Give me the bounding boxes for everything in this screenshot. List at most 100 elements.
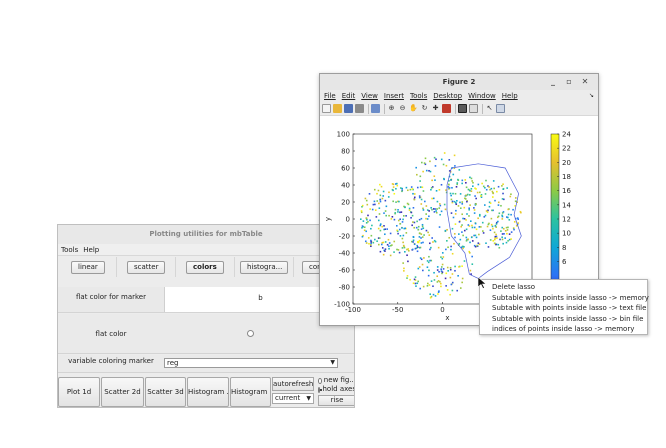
data-point [409, 188, 412, 191]
save-icon[interactable] [344, 104, 353, 113]
delete-lasso-item[interactable]: Delete lasso [480, 282, 647, 293]
data-cursor-icon[interactable]: ✚ [431, 104, 440, 113]
zoom-out-icon[interactable]: ⊖ [398, 104, 407, 113]
new-figure-radio[interactable] [318, 377, 322, 384]
colors-button[interactable]: colors [186, 261, 224, 274]
data-point [405, 215, 407, 217]
minimize-icon[interactable]: _ [545, 74, 561, 90]
data-point [475, 188, 477, 190]
variable-select[interactable]: reg ▼ [164, 358, 338, 368]
rotate-icon[interactable]: ↻ [420, 104, 429, 113]
maximize-icon[interactable]: ▫ [561, 74, 577, 90]
data-point [436, 266, 439, 268]
data-point [433, 156, 436, 159]
menu-file[interactable]: File [324, 90, 342, 102]
menu-window[interactable]: Window [468, 90, 502, 102]
zoom-in-icon[interactable]: ⊕ [387, 104, 396, 113]
data-point [471, 180, 473, 182]
autorefresh-button[interactable]: autorefresh [272, 377, 314, 391]
hold-axes-radio[interactable] [318, 386, 323, 393]
colorbar-icon[interactable] [458, 104, 467, 113]
menu-help[interactable]: Help [502, 90, 524, 102]
data-point [428, 215, 430, 218]
data-point [404, 250, 406, 253]
menu-help[interactable]: Help [83, 244, 104, 255]
data-point [374, 238, 376, 241]
data-point [395, 187, 397, 190]
data-point [477, 242, 480, 244]
tab-cell-histogram: histogra... [235, 257, 294, 277]
histogram-1-button[interactable]: Histogram ... [187, 377, 229, 407]
scatter-2d-button[interactable]: Scatter 2d [101, 377, 144, 407]
print-icon[interactable] [355, 104, 364, 113]
data-point [393, 192, 396, 195]
data-point [419, 180, 421, 182]
rise-button[interactable]: rise [318, 395, 354, 406]
data-point [414, 276, 417, 278]
data-point [494, 225, 497, 227]
data-point [403, 246, 406, 249]
data-point [457, 205, 460, 207]
histogram-2-button[interactable]: Histogram ... [230, 377, 271, 407]
data-point [502, 183, 504, 186]
flat-color-radio[interactable] [247, 330, 254, 337]
menu-desktop[interactable]: Desktop [433, 90, 468, 102]
print-preview-icon[interactable] [371, 104, 380, 113]
data-point [470, 220, 472, 222]
data-point [514, 200, 517, 203]
data-point [424, 200, 426, 203]
subtable-memory-item[interactable]: Subtable with points inside lasso -> mem… [480, 293, 649, 304]
data-point [372, 203, 375, 206]
data-point [433, 175, 436, 178]
data-point [459, 207, 462, 210]
data-point [416, 250, 419, 253]
y-axis-label: y [324, 217, 332, 221]
menu-view[interactable]: View [361, 90, 384, 102]
data-point [387, 238, 390, 241]
brush-icon[interactable] [442, 104, 451, 113]
data-point [365, 222, 368, 224]
data-point [422, 227, 425, 230]
new-figure-option[interactable]: new fig... [318, 376, 354, 385]
plot-1d-button[interactable]: Plot 1d [58, 377, 100, 407]
data-point [430, 280, 433, 282]
data-point [496, 237, 498, 239]
scatter-3d-button[interactable]: Scatter 3d [145, 377, 186, 407]
subtable-bin-file-item[interactable]: Subtable with points inside lasso -> bin… [480, 314, 647, 325]
menu-insert[interactable]: Insert [384, 90, 410, 102]
close-icon[interactable]: ✕ [577, 74, 593, 90]
data-point [388, 214, 390, 217]
linear-button[interactable]: linear [71, 261, 105, 274]
indices-memory-item[interactable]: indices of points inside lasso -> memory [480, 324, 647, 335]
data-point [368, 242, 370, 245]
data-point [446, 240, 448, 242]
data-point [501, 236, 503, 239]
menu-tools[interactable]: Tools [410, 90, 433, 102]
open-file-icon[interactable] [333, 104, 342, 113]
histogram-button[interactable]: histogra... [240, 261, 288, 274]
data-point [442, 256, 445, 258]
new-figure-icon[interactable] [322, 104, 331, 113]
data-point [481, 182, 483, 185]
data-point [461, 265, 463, 267]
scatter-button[interactable]: scatter [127, 261, 166, 274]
legend-icon[interactable] [469, 104, 478, 113]
data-point [449, 192, 452, 195]
menu-edit[interactable]: Edit [342, 90, 362, 102]
data-point [420, 237, 422, 239]
data-point [503, 198, 505, 201]
data-point [493, 187, 495, 190]
variable-select-value: reg [167, 359, 179, 367]
current-select[interactable]: current ▼ [272, 393, 314, 404]
data-point [465, 228, 468, 231]
data-point [473, 212, 476, 214]
data-point [466, 200, 468, 203]
menu-overflow-icon[interactable]: ↘ [589, 90, 594, 102]
pan-icon[interactable]: ✋ [409, 104, 418, 113]
colorbar-tick-label: 24 [562, 131, 571, 139]
pointer-icon[interactable]: ↖ [485, 104, 494, 113]
menu-tools[interactable]: Tools [61, 244, 83, 255]
dock-icon[interactable] [496, 104, 505, 113]
hold-axes-option[interactable]: hold axes [318, 385, 354, 394]
subtable-text-file-item[interactable]: Subtable with points inside lasso -> tex… [480, 303, 647, 314]
